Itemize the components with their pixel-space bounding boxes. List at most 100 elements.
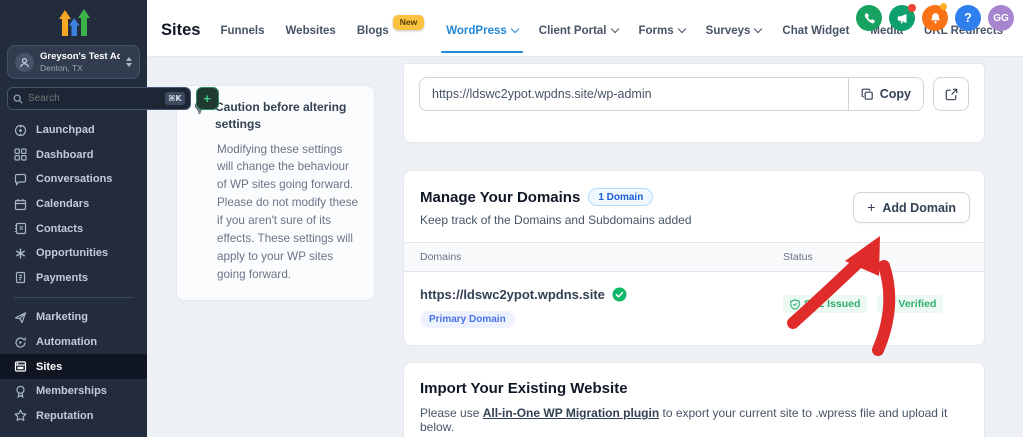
- caution-card: Caution before altering settings Modifyi…: [176, 85, 375, 301]
- verified-status-badge: Verified: [877, 295, 944, 313]
- contacts-icon: [14, 222, 27, 235]
- sidebar-item-label: Contacts: [36, 222, 84, 235]
- tab-surveys[interactable]: Surveys: [705, 3, 763, 59]
- domain-table-row[interactable]: https://ldswc2ypot.wpdns.site Primary Do…: [404, 272, 984, 345]
- user-avatar[interactable]: GG: [988, 5, 1014, 31]
- sidebar-divider: [14, 297, 133, 299]
- tab-label: Blogs: [356, 25, 389, 37]
- send-icon: [14, 311, 27, 324]
- chat-bubble-icon: [14, 173, 27, 186]
- sidebar-item-label: Launchpad: [36, 124, 95, 137]
- sidebar-item-marketing[interactable]: Marketing: [0, 305, 147, 330]
- announcements-button[interactable]: [889, 4, 916, 31]
- bell-icon: [930, 12, 940, 23]
- notifications-button[interactable]: [922, 3, 948, 31]
- sidebar-item-sites[interactable]: Sites: [0, 354, 147, 379]
- launchpad-icon: [14, 124, 27, 137]
- notification-dot: [908, 4, 916, 12]
- tab-label: Funnels: [220, 25, 265, 37]
- open-external-button[interactable]: [933, 77, 969, 111]
- question-mark-icon: ?: [964, 11, 972, 25]
- tab-label: Surveys: [705, 25, 751, 37]
- sidebar-item-launchpad[interactable]: Launchpad: [0, 118, 147, 143]
- sidebar-item-label: Opportunities: [36, 247, 109, 260]
- copy-button[interactable]: Copy: [847, 77, 924, 111]
- highlevel-logo-icon: [0, 0, 147, 41]
- sidebar-item-label: Payments: [36, 271, 88, 284]
- domain-url[interactable]: https://ldswc2ypot.wpdns.site: [420, 287, 605, 302]
- header-actions: ? GG: [856, 3, 1014, 31]
- sidebar-item-label: Automation: [36, 336, 98, 349]
- avatar-initials: GG: [993, 12, 1009, 24]
- tab-funnels[interactable]: Funnels: [220, 3, 264, 59]
- membership-medal-icon: [14, 385, 27, 398]
- sidebar-item-automation[interactable]: Automation: [0, 330, 147, 355]
- search-input[interactable]: [28, 93, 160, 104]
- tab-client-portal[interactable]: Client Portal: [539, 3, 619, 59]
- opportunities-icon: [14, 247, 27, 260]
- chevron-down-icon: [754, 24, 763, 34]
- primary-domain-badge: Primary Domain: [420, 311, 515, 328]
- ssl-status-label: SSL Issued: [804, 298, 861, 310]
- tab-label: Chat Widget: [782, 25, 850, 37]
- main-content: Caution before altering settings Modifyi…: [147, 57, 1023, 437]
- sidebar-item-dashboard[interactable]: Dashboard: [0, 143, 147, 168]
- help-button[interactable]: ?: [955, 5, 981, 31]
- migration-plugin-link[interactable]: All-in-One WP Migration plugin: [483, 406, 659, 420]
- sidebar-item-label: Conversations: [36, 173, 113, 186]
- column-header-domains: Domains: [420, 251, 462, 263]
- import-title: Import Your Existing Website: [420, 380, 628, 397]
- star-icon: [14, 409, 27, 422]
- caution-title: Caution before altering settings: [215, 100, 347, 131]
- tab-label: Forms: [638, 25, 674, 37]
- sidebar-item-opportunities[interactable]: Opportunities: [0, 241, 147, 266]
- new-badge: New: [392, 14, 425, 30]
- tab-forms[interactable]: Forms: [638, 3, 686, 59]
- ssl-status-badge: SSL Issued: [783, 295, 868, 313]
- sidebar-item-label: Sites: [36, 360, 63, 373]
- sidebar-item-conversations[interactable]: Conversations: [0, 167, 147, 192]
- tab-blogs[interactable]: Blogs New: [357, 3, 425, 59]
- domain-count-badge: 1 Domain: [588, 188, 654, 206]
- add-domain-button[interactable]: + Add Domain: [853, 192, 970, 223]
- manage-domains-card: Manage Your Domains 1 Domain Keep track …: [403, 170, 985, 346]
- search-shortcut-kbd: ⌘K: [165, 92, 185, 105]
- caution-body: Modifying these settings will change the…: [217, 142, 358, 281]
- sidebar-item-contacts[interactable]: Contacts: [0, 216, 147, 241]
- account-avatar: [15, 52, 34, 72]
- plus-icon: +: [867, 199, 876, 215]
- tab-chat-widget[interactable]: Chat Widget: [782, 3, 849, 59]
- account-switch-chevrons-icon: [126, 57, 132, 67]
- sidebar-item-calendars[interactable]: Calendars: [0, 192, 147, 217]
- check-circle-icon: [612, 287, 627, 302]
- wp-admin-url-input[interactable]: [419, 77, 848, 111]
- chevron-down-icon: [610, 24, 619, 34]
- account-switcher[interactable]: Greyson's Test Acco... Denton, TX: [7, 45, 140, 79]
- sidebar-item-payments[interactable]: Payments: [0, 266, 147, 291]
- sidebar-item-label: Marketing: [36, 311, 88, 324]
- chevron-down-icon: [677, 24, 686, 34]
- dashboard-icon: [14, 148, 27, 161]
- domains-title: Manage Your Domains: [420, 188, 581, 206]
- automation-icon: [14, 336, 27, 349]
- notification-dot: [940, 3, 947, 10]
- tab-label: WordPress: [446, 25, 507, 37]
- sidebar-search[interactable]: ⌘K: [7, 87, 191, 110]
- sidebar-item-label: Reputation: [36, 409, 94, 422]
- verified-status-label: Verified: [898, 298, 937, 310]
- shield-check-icon: [790, 298, 800, 310]
- copy-icon: [861, 88, 873, 100]
- sidebar-item-memberships[interactable]: Memberships: [0, 379, 147, 404]
- phone-button[interactable]: [856, 5, 882, 31]
- quick-add-button[interactable]: +: [195, 87, 219, 110]
- import-description: Please use All-in-One WP Migration plugi…: [420, 406, 968, 434]
- account-location: Denton, TX: [40, 63, 83, 73]
- sidebar: Greyson's Test Acco... Denton, TX ⌘K + L…: [0, 0, 219, 437]
- sidebar-item-reputation[interactable]: Reputation: [0, 404, 147, 429]
- sites-icon: [14, 360, 27, 373]
- sidebar-item-label: Dashboard: [36, 148, 94, 161]
- page-title: Sites: [161, 20, 201, 39]
- sidebar-item-label: Calendars: [36, 198, 90, 211]
- tab-websites[interactable]: Websites: [286, 3, 336, 59]
- tab-wordpress[interactable]: WordPress: [441, 3, 523, 59]
